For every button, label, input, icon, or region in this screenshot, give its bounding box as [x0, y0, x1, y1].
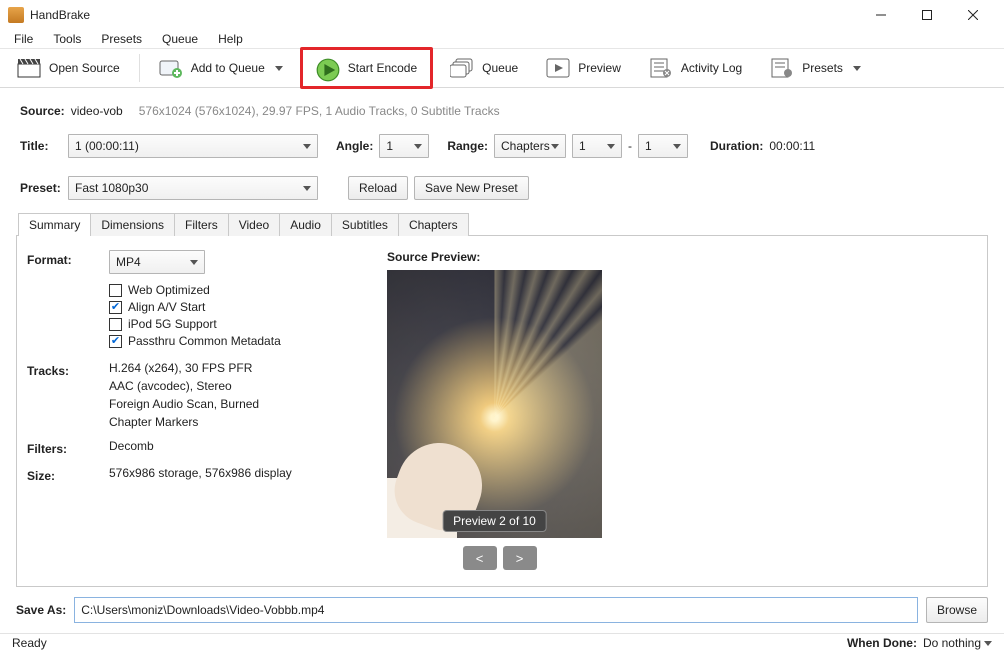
- presets-icon: [770, 58, 794, 78]
- preview-label: Preview: [578, 61, 621, 75]
- statusbar: Ready When Done: Do nothing: [0, 633, 1004, 652]
- start-encode-button[interactable]: Start Encode: [305, 52, 428, 84]
- close-button[interactable]: [950, 0, 996, 30]
- preview-next-button[interactable]: >: [503, 546, 537, 570]
- range-type-select[interactable]: Chapters: [494, 134, 566, 158]
- menu-file[interactable]: File: [6, 30, 41, 48]
- preview-button[interactable]: Preview: [535, 52, 632, 84]
- add-to-queue-label: Add to Queue: [191, 61, 265, 75]
- source-preview-label: Source Preview:: [387, 250, 612, 264]
- menubar: File Tools Presets Queue Help: [0, 30, 1004, 48]
- tab-video[interactable]: Video: [228, 213, 280, 236]
- activity-log-label: Activity Log: [681, 61, 742, 75]
- titlebar: HandBrake: [0, 0, 1004, 30]
- align-av-checkbox[interactable]: ✔Align A/V Start: [109, 300, 281, 314]
- when-done-dropdown[interactable]: Do nothing: [923, 636, 992, 650]
- add-to-queue-button[interactable]: Add to Queue: [148, 52, 294, 84]
- title-label: Title:: [20, 139, 62, 153]
- reload-button[interactable]: Reload: [348, 176, 408, 200]
- size-value: 576x986 storage, 576x986 display: [109, 466, 292, 480]
- app-title: HandBrake: [30, 8, 90, 22]
- presets-label: Presets: [802, 61, 843, 75]
- ipod-checkbox[interactable]: iPod 5G Support: [109, 317, 281, 331]
- angle-label: Angle:: [336, 139, 373, 153]
- browse-button[interactable]: Browse: [926, 597, 988, 623]
- title-select[interactable]: 1 (00:00:11): [68, 134, 318, 158]
- range-from-select[interactable]: 1: [572, 134, 622, 158]
- preview-image: Preview 2 of 10: [387, 270, 602, 538]
- summary-panel: Format: MP4 Web Optimized ✔Align A/V Sta…: [16, 235, 988, 587]
- chevron-down-icon: [984, 641, 992, 646]
- play-icon: [316, 58, 340, 78]
- chevron-down-icon: [275, 66, 283, 71]
- source-name: video-vob: [71, 104, 123, 118]
- filters-label: Filters:: [27, 439, 109, 456]
- source-label: Source:: [20, 104, 65, 118]
- maximize-button[interactable]: [904, 0, 950, 30]
- format-select[interactable]: MP4: [109, 250, 205, 274]
- duration-value: 00:00:11: [769, 139, 815, 153]
- size-label: Size:: [27, 466, 109, 483]
- log-icon: [649, 58, 673, 78]
- save-new-preset-button[interactable]: Save New Preset: [414, 176, 529, 200]
- menu-help[interactable]: Help: [210, 30, 251, 48]
- start-encode-label: Start Encode: [348, 61, 417, 75]
- chevron-down-icon: [853, 66, 861, 71]
- tab-chapters[interactable]: Chapters: [398, 213, 469, 236]
- tab-filters[interactable]: Filters: [174, 213, 229, 236]
- passthru-checkbox[interactable]: ✔Passthru Common Metadata: [109, 334, 281, 348]
- save-as-row: Save As: Browse: [0, 587, 1004, 633]
- queue-button[interactable]: Queue: [439, 52, 529, 84]
- range-dash: -: [628, 139, 632, 153]
- film-clapper-icon: [17, 58, 41, 78]
- track-line: AAC (avcodec), Stereo: [109, 379, 259, 393]
- saveas-label: Save As:: [16, 603, 66, 617]
- menu-queue[interactable]: Queue: [154, 30, 206, 48]
- format-label: Format:: [27, 250, 109, 267]
- range-to-select[interactable]: 1: [638, 134, 688, 158]
- tracks-label: Tracks:: [27, 361, 109, 378]
- preview-icon: [546, 58, 570, 78]
- menu-presets[interactable]: Presets: [93, 30, 150, 48]
- separator: [139, 54, 140, 82]
- presets-button[interactable]: Presets: [759, 52, 872, 84]
- tab-subtitles[interactable]: Subtitles: [331, 213, 399, 236]
- open-source-button[interactable]: Open Source: [6, 52, 131, 84]
- range-label: Range:: [447, 139, 488, 153]
- add-queue-icon: [159, 58, 183, 78]
- track-line: H.264 (x264), 30 FPS PFR: [109, 361, 259, 375]
- queue-label: Queue: [482, 61, 518, 75]
- minimize-button[interactable]: [858, 0, 904, 30]
- app-icon: [8, 7, 24, 23]
- saveas-input[interactable]: [74, 597, 918, 623]
- filters-value: Decomb: [109, 439, 154, 453]
- track-line: Foreign Audio Scan, Burned: [109, 397, 259, 411]
- status-text: Ready: [12, 636, 47, 650]
- highlight-start-encode: Start Encode: [300, 47, 433, 89]
- menu-tools[interactable]: Tools: [45, 30, 89, 48]
- tabs: Summary Dimensions Filters Video Audio S…: [18, 212, 1004, 235]
- activity-log-button[interactable]: Activity Log: [638, 52, 753, 84]
- when-done-label: When Done:: [847, 636, 917, 650]
- web-optimized-checkbox[interactable]: Web Optimized: [109, 283, 281, 297]
- preview-prev-button[interactable]: <: [463, 546, 497, 570]
- duration-label: Duration:: [710, 139, 763, 153]
- preset-label: Preset:: [20, 181, 62, 195]
- queue-icon: [450, 58, 474, 78]
- preview-counter-badge: Preview 2 of 10: [442, 510, 547, 532]
- angle-select[interactable]: 1: [379, 134, 429, 158]
- preset-select[interactable]: Fast 1080p30: [68, 176, 318, 200]
- tab-summary[interactable]: Summary: [18, 213, 91, 236]
- tab-dimensions[interactable]: Dimensions: [90, 213, 175, 236]
- track-line: Chapter Markers: [109, 415, 259, 429]
- tab-audio[interactable]: Audio: [279, 213, 332, 236]
- source-details: 576x1024 (576x1024), 29.97 FPS, 1 Audio …: [139, 104, 500, 118]
- toolbar: Open Source Add to Queue Start Encode Qu…: [0, 48, 1004, 88]
- open-source-label: Open Source: [49, 61, 120, 75]
